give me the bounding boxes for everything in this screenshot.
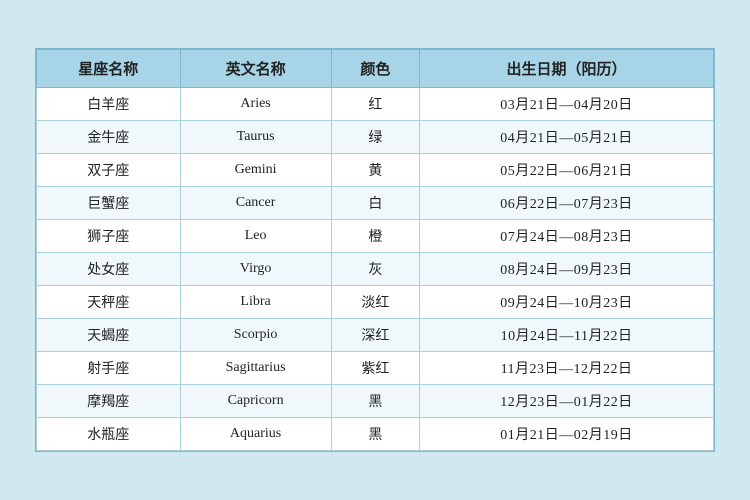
table-row: 白羊座Aries红03月21日—04月20日 bbox=[37, 88, 714, 121]
table-row: 狮子座Leo橙07月24日—08月23日 bbox=[37, 220, 714, 253]
cell-chinese-name: 摩羯座 bbox=[37, 385, 181, 418]
cell-color: 淡红 bbox=[331, 286, 419, 319]
table-body: 白羊座Aries红03月21日—04月20日金牛座Taurus绿04月21日—0… bbox=[37, 88, 714, 451]
zodiac-table: 星座名称 英文名称 颜色 出生日期（阳历） 白羊座Aries红03月21日—04… bbox=[36, 49, 714, 451]
table-row: 天秤座Libra淡红09月24日—10月23日 bbox=[37, 286, 714, 319]
table-row: 天蝎座Scorpio深红10月24日—11月22日 bbox=[37, 319, 714, 352]
cell-chinese-name: 巨蟹座 bbox=[37, 187, 181, 220]
cell-chinese-name: 双子座 bbox=[37, 154, 181, 187]
cell-date-range: 06月22日—07月23日 bbox=[420, 187, 714, 220]
cell-date-range: 08月24日—09月23日 bbox=[420, 253, 714, 286]
cell-date-range: 05月22日—06月21日 bbox=[420, 154, 714, 187]
cell-chinese-name: 狮子座 bbox=[37, 220, 181, 253]
cell-chinese-name: 射手座 bbox=[37, 352, 181, 385]
header-color: 颜色 bbox=[331, 50, 419, 88]
cell-date-range: 09月24日—10月23日 bbox=[420, 286, 714, 319]
cell-chinese-name: 天秤座 bbox=[37, 286, 181, 319]
cell-english-name: Sagittarius bbox=[180, 352, 331, 385]
header-row: 星座名称 英文名称 颜色 出生日期（阳历） bbox=[37, 50, 714, 88]
cell-english-name: Taurus bbox=[180, 121, 331, 154]
cell-color: 红 bbox=[331, 88, 419, 121]
cell-color: 黄 bbox=[331, 154, 419, 187]
cell-date-range: 12月23日—01月22日 bbox=[420, 385, 714, 418]
cell-color: 深红 bbox=[331, 319, 419, 352]
zodiac-table-wrapper: 星座名称 英文名称 颜色 出生日期（阳历） 白羊座Aries红03月21日—04… bbox=[35, 48, 715, 452]
header-chinese-name: 星座名称 bbox=[37, 50, 181, 88]
cell-date-range: 01月21日—02月19日 bbox=[420, 418, 714, 451]
cell-date-range: 07月24日—08月23日 bbox=[420, 220, 714, 253]
table-row: 处女座Virgo灰08月24日—09月23日 bbox=[37, 253, 714, 286]
cell-english-name: Virgo bbox=[180, 253, 331, 286]
cell-color: 紫红 bbox=[331, 352, 419, 385]
cell-color: 白 bbox=[331, 187, 419, 220]
cell-date-range: 11月23日—12月22日 bbox=[420, 352, 714, 385]
cell-english-name: Aquarius bbox=[180, 418, 331, 451]
cell-english-name: Scorpio bbox=[180, 319, 331, 352]
cell-color: 黑 bbox=[331, 418, 419, 451]
cell-date-range: 03月21日—04月20日 bbox=[420, 88, 714, 121]
cell-english-name: Capricorn bbox=[180, 385, 331, 418]
cell-chinese-name: 金牛座 bbox=[37, 121, 181, 154]
cell-english-name: Cancer bbox=[180, 187, 331, 220]
cell-english-name: Libra bbox=[180, 286, 331, 319]
cell-date-range: 04月21日—05月21日 bbox=[420, 121, 714, 154]
table-row: 巨蟹座Cancer白06月22日—07月23日 bbox=[37, 187, 714, 220]
cell-color: 橙 bbox=[331, 220, 419, 253]
header-date: 出生日期（阳历） bbox=[420, 50, 714, 88]
cell-chinese-name: 水瓶座 bbox=[37, 418, 181, 451]
cell-english-name: Aries bbox=[180, 88, 331, 121]
cell-chinese-name: 处女座 bbox=[37, 253, 181, 286]
table-row: 摩羯座Capricorn黑12月23日—01月22日 bbox=[37, 385, 714, 418]
table-row: 水瓶座Aquarius黑01月21日—02月19日 bbox=[37, 418, 714, 451]
table-row: 双子座Gemini黄05月22日—06月21日 bbox=[37, 154, 714, 187]
cell-english-name: Gemini bbox=[180, 154, 331, 187]
table-row: 射手座Sagittarius紫红11月23日—12月22日 bbox=[37, 352, 714, 385]
table-header: 星座名称 英文名称 颜色 出生日期（阳历） bbox=[37, 50, 714, 88]
table-row: 金牛座Taurus绿04月21日—05月21日 bbox=[37, 121, 714, 154]
cell-english-name: Leo bbox=[180, 220, 331, 253]
header-english-name: 英文名称 bbox=[180, 50, 331, 88]
cell-color: 黑 bbox=[331, 385, 419, 418]
cell-chinese-name: 白羊座 bbox=[37, 88, 181, 121]
cell-color: 灰 bbox=[331, 253, 419, 286]
cell-chinese-name: 天蝎座 bbox=[37, 319, 181, 352]
cell-color: 绿 bbox=[331, 121, 419, 154]
cell-date-range: 10月24日—11月22日 bbox=[420, 319, 714, 352]
